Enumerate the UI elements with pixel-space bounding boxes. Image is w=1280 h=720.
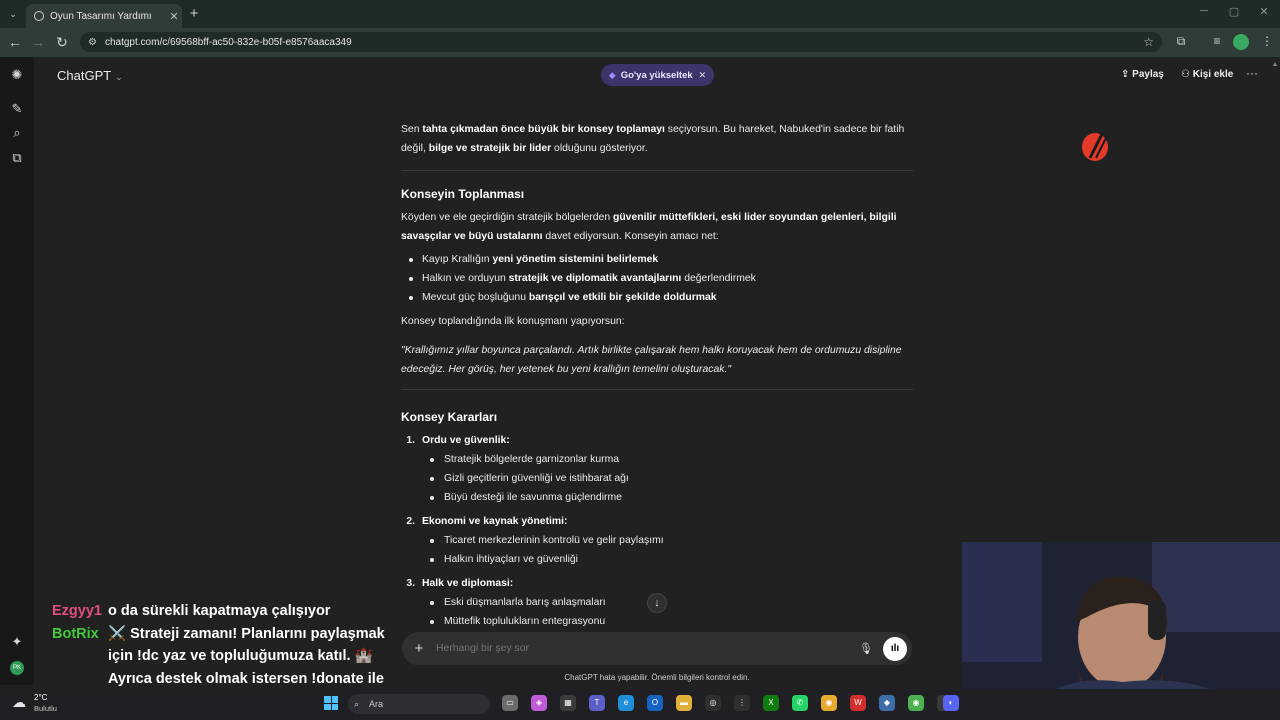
sparkle-icon[interactable]: ✦ <box>9 634 25 650</box>
council-paragraph: Köyden ve ele geçirdiğin stratejik bölge… <box>401 212 897 242</box>
upgrade-label: Go'ya yükseltek <box>620 69 693 81</box>
tab-search-icon[interactable]: ⌄ <box>5 6 21 22</box>
prompt-input[interactable] <box>436 643 854 654</box>
new-chat-icon[interactable]: ✎ <box>9 101 25 117</box>
diamond-icon: ◆ <box>608 69 616 80</box>
scroll-down-button[interactable]: ↓ <box>647 593 667 613</box>
message-composer[interactable]: + 🎙 ılı <box>402 632 912 665</box>
user-avatar[interactable]: PK <box>10 661 24 675</box>
chat-username: Ezgyy1 <box>52 603 102 619</box>
task-view-icon[interactable]: ▭ <box>502 695 518 711</box>
teams-icon[interactable]: T <box>589 695 605 711</box>
goal-list: Kayıp Krallığın yeni yönetim sistemini b… <box>401 250 913 307</box>
section-heading: Konseyin Toplanması <box>401 187 525 201</box>
extensions-icon[interactable]: ⧉ <box>1172 34 1190 49</box>
list-item: Kayıp Krallığın yeni yönetim sistemini b… <box>401 250 913 269</box>
share-button[interactable]: ⇪ Paylaş <box>1121 69 1164 80</box>
back-icon[interactable]: ← <box>6 34 24 50</box>
speech-quote: "Krallığımız yıllar boyunca parçalandı. … <box>401 345 902 375</box>
discord-icon[interactable]: ◐ <box>943 695 959 711</box>
forward-icon[interactable]: → <box>29 34 47 50</box>
site-info-icon[interactable]: ⚙ <box>88 37 97 48</box>
microphone-icon[interactable]: 🎙 <box>854 642 878 655</box>
more-options-icon[interactable]: ··· <box>1246 66 1258 80</box>
file-explorer-icon[interactable]: ▬ <box>676 695 692 711</box>
search-icon: ⌕ <box>354 698 360 709</box>
app-icon[interactable]: ◆ <box>879 695 895 711</box>
windows-taskbar <box>0 689 1280 720</box>
outlook-icon[interactable]: O <box>647 695 663 711</box>
minimize-icon[interactable]: ─ <box>1194 5 1214 17</box>
list-item: Büyü desteği ile savunma güçlendirme <box>401 488 913 507</box>
list-item: Mevcut güç boşluğunu barışçıl ve etkili … <box>401 288 913 307</box>
list-item: Ticaret merkezlerinin kontrolü ve gelir … <box>401 531 913 550</box>
person-icon: ⚇ <box>1181 69 1193 80</box>
chat-username: BotRix <box>52 625 99 642</box>
model-selector[interactable]: ChatGPT ⌄ <box>57 68 123 83</box>
stream-logo-icon <box>1082 131 1108 161</box>
browser-tab[interactable]: Oyun Tasarımı Yardımı ✕ <box>26 4 182 28</box>
section-heading: Konsey Kararları <box>401 410 498 424</box>
decision-item: 1. Ordu ve güvenlik: Stratejik bölgelerde… <box>401 431 913 507</box>
add-person-button[interactable]: ⚇ Kişi ekle <box>1181 69 1233 80</box>
chat-message: Ezgyy1 o da sürekli kapatmaya çalışıyor <box>52 600 412 623</box>
intro-paragraph: Sen tahta çıkmadan önce büyük bir konsey… <box>401 124 905 154</box>
edge-icon[interactable]: e <box>618 695 634 711</box>
wps-icon[interactable]: W <box>850 695 866 711</box>
library-icon[interactable]: ⧉ <box>9 150 25 166</box>
list-item: Müttefik toplulukların entegrasyonu <box>401 612 913 631</box>
bookmark-star-icon[interactable]: ☆ <box>1143 35 1154 49</box>
add-person-label: Kişi ekle <box>1192 69 1234 80</box>
chrome-icon[interactable]: ◉ <box>821 695 837 711</box>
model-name: ChatGPT <box>57 68 112 83</box>
weather-temperature: 2°C <box>34 693 48 702</box>
steam-icon[interactable]: ◎ <box>705 695 721 711</box>
chevron-down-icon: ⌄ <box>115 72 123 82</box>
disclaimer-text: ChatGPT hata yapabilir. Önemli bilgileri… <box>564 673 750 682</box>
list-item: Gizli geçitlerin güvenliği ve istihbarat… <box>401 469 913 488</box>
url-text: chatgpt.com/c/69568bff-ac50-832e-b05f-e8… <box>104 36 352 48</box>
weather-condition: Bulutlu <box>34 704 57 713</box>
share-icon: ⇪ <box>1121 69 1133 80</box>
profile-avatar-icon[interactable] <box>1233 34 1249 50</box>
list-item: Stratejik bölgelerde garnizonlar kurma <box>401 450 913 469</box>
divider <box>401 389 913 390</box>
start-button[interactable] <box>324 696 338 710</box>
upgrade-button[interactable]: ◆ Go'ya yükseltek ✕ <box>601 64 714 86</box>
divider <box>401 170 913 171</box>
list-item: Halkın ihtiyaçları ve güvenliği <box>401 550 913 569</box>
chat-text: o da sürekli kapatmaya çalışıyor <box>108 603 331 619</box>
search-label: Ara <box>369 699 384 709</box>
weather-cloud-icon[interactable]: ☁ <box>12 694 26 711</box>
copilot-icon[interactable]: ◈ <box>531 695 547 711</box>
widgets-icon[interactable]: ▦ <box>560 695 576 711</box>
speech-intro: Konsey toplandığında ilk konuşmanı yapıy… <box>401 316 625 327</box>
whatsapp-icon[interactable]: ✆ <box>792 695 808 711</box>
decision-item: 2. Ekonomi ve kaynak yönetimi: Ticaret me… <box>401 512 913 569</box>
close-tab-icon[interactable]: ✕ <box>166 10 182 23</box>
media-controls-icon[interactable]: ≡ <box>1208 34 1226 48</box>
apps-icon[interactable]: ⋮ <box>734 695 750 711</box>
chrome-profile-icon[interactable]: ◉ <box>908 695 924 711</box>
address-bar[interactable]: ⚙ chatgpt.com/c/69568bff-ac50-832e-b05f-… <box>80 32 1162 52</box>
tab-title: Oyun Tasarımı Yardımı <box>50 10 152 22</box>
list-item: Halkın ve orduyun stratejik ve diplomati… <box>401 269 913 288</box>
dismiss-icon[interactable]: ✕ <box>699 70 707 81</box>
assistant-message: Sen tahta çıkmadan önce büyük bir konsey… <box>401 120 913 636</box>
voice-mode-icon[interactable]: ılı <box>883 636 907 661</box>
reload-icon[interactable]: ↻ <box>53 34 71 50</box>
new-tab-icon[interactable]: + <box>186 5 202 22</box>
xbox-icon[interactable]: X <box>763 695 779 711</box>
browser-menu-icon[interactable]: ⋮ <box>1258 34 1276 48</box>
search-chats-icon[interactable]: ⌕ <box>9 125 25 141</box>
openai-logo-icon[interactable]: ✺ <box>9 67 25 83</box>
window-close-icon[interactable]: ✕ <box>1254 5 1274 18</box>
chatgpt-favicon-icon <box>34 11 44 21</box>
taskbar-search[interactable]: ⌕ Ara <box>348 694 490 714</box>
maximize-icon[interactable]: ▢ <box>1224 5 1244 18</box>
share-label: Paylaş <box>1132 69 1164 80</box>
